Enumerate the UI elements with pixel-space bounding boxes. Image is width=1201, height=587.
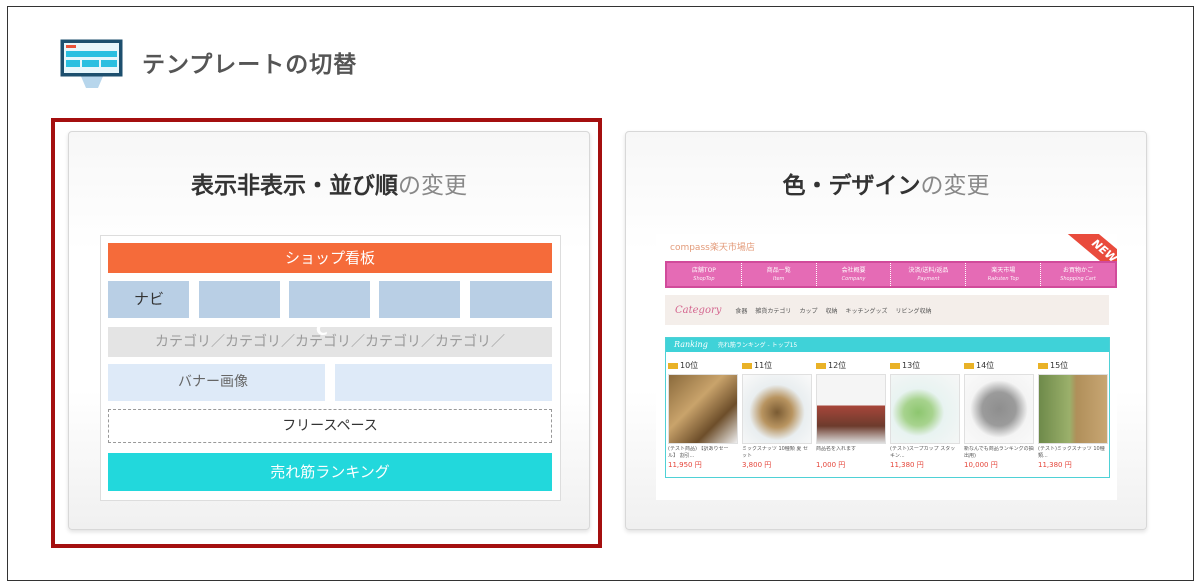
product-name: ミックスナッツ 10種類 夏 セット xyxy=(742,446,808,459)
preview-store-name: compass楽天市場店 xyxy=(670,243,755,253)
preview-nav-item: お買物かご Shopping Cart xyxy=(1041,263,1115,286)
nav-item-label: 店舗TOP xyxy=(691,267,716,274)
nav-item-label: 楽天市場 xyxy=(991,267,1016,274)
color-design-template-card[interactable]: 色・デザインの変更 compass楽天市場店 NEW! 店舗TOP ShopTop… xyxy=(625,131,1147,530)
product-name: (テスト商品) 【訳ありセール】 割引... xyxy=(668,446,729,459)
page-title: テンプレートの切替 xyxy=(142,52,358,78)
nav-item-sub: Rakuten Top xyxy=(987,276,1019,282)
rank-badge: 11位 xyxy=(742,360,812,372)
product-image xyxy=(816,374,886,444)
nav-item-label: お買物かご xyxy=(1063,267,1094,274)
product-price: 3,800 円 xyxy=(742,461,772,469)
card-title: 色・デザインの変更 xyxy=(626,166,1146,200)
rank-badge: 10位 xyxy=(668,360,738,372)
category-item: 雑貨カテゴリ xyxy=(755,307,792,315)
category-logo: Category xyxy=(675,304,722,316)
preview-nav-item: 楽天市場 Rakuten Top xyxy=(966,263,1042,286)
nav-item-sub: Shopping Cart xyxy=(1060,276,1096,282)
preview-ranking-box: Ranking 売れ筋ランキング - トップ15 10位 (テスト商品) 【訳あり… xyxy=(665,337,1110,478)
preview-nav-item: 会社概要 Company xyxy=(817,263,892,286)
preview-category-bar: Category 食器 雑貨カテゴリ カップ 収納 キッチングッズ リビング収納 xyxy=(665,295,1109,325)
nav-item-sub: Item xyxy=(773,276,785,282)
product-name: (テスト)スープカップ スタッキン... xyxy=(890,446,956,459)
card-title-strong: 色・デザイン xyxy=(782,173,921,199)
nav-item-sub: ShopTop xyxy=(693,276,715,282)
preview-nav-item: 決済/送料/返品 Payment xyxy=(891,263,967,286)
category-item: 食器 xyxy=(735,307,748,315)
preview-nav-bar: 店舗TOP ShopTop 商品一覧 Item 会社概要 Company 決済/送料/… xyxy=(665,261,1117,288)
ranking-item: 13位 (テスト)スープカップ スタッキン... 11,380 円 xyxy=(890,360,960,470)
nav-item-label: 会社概要 xyxy=(841,267,866,274)
product-image xyxy=(964,374,1034,444)
preview-nav-item: 商品一覧 Item xyxy=(742,263,817,286)
category-item: キッチングッズ xyxy=(845,307,888,315)
category-item: カップ xyxy=(799,307,818,315)
rank-badge: 15位 xyxy=(1038,360,1108,372)
product-price: 10,000 円 xyxy=(964,461,998,469)
category-item: リビング収納 xyxy=(895,307,932,315)
product-image xyxy=(668,374,738,444)
ranking-item: 11位 ミックスナッツ 10種類 夏 セット 3,800 円 xyxy=(742,360,812,470)
ranking-logo: Ranking xyxy=(674,340,708,349)
product-image xyxy=(890,374,960,444)
product-name: (テスト)ミックスナッツ 10種類... xyxy=(1038,446,1105,459)
ranking-items: 10位 (テスト商品) 【訳ありセール】 割引... 11,950 円 11位 … xyxy=(666,352,1109,470)
rank-badge: 13位 xyxy=(890,360,960,372)
rank-badge: 14位 xyxy=(964,360,1034,372)
ranking-title: 売れ筋ランキング - トップ15 xyxy=(717,342,798,349)
ranking-item: 14位 新なんでも商品ランキングの抽出用) 10,000 円 xyxy=(964,360,1034,470)
preview-nav-item: 店舗TOP ShopTop xyxy=(667,263,742,286)
product-image xyxy=(1038,374,1108,444)
nav-item-sub: Payment xyxy=(917,276,940,282)
nav-item-label: 商品一覧 xyxy=(766,267,791,274)
product-price: 11,380 円 xyxy=(890,461,924,469)
product-name: 商品名を入れます xyxy=(816,446,857,452)
nav-item-sub: Company xyxy=(841,276,866,282)
product-price: 11,950 円 xyxy=(668,461,702,469)
product-image xyxy=(742,374,812,444)
nav-item-label: 決済/送料/返品 xyxy=(908,267,949,274)
ranking-item: 12位 商品名を入れます 1,000 円 xyxy=(816,360,886,470)
selected-card-outline xyxy=(51,118,602,548)
ranking-item: 15位 (テスト)ミックスナッツ 10種類... 11,380 円 xyxy=(1038,360,1108,470)
template-screen-icon xyxy=(60,39,123,88)
product-price: 1,000 円 xyxy=(816,461,846,469)
card-title-light: の変更 xyxy=(920,173,990,199)
ranking-header: Ranking 売れ筋ランキング - トップ15 xyxy=(666,338,1109,352)
product-price: 11,380 円 xyxy=(1038,461,1072,469)
product-name: 新なんでも商品ランキングの抽出用) xyxy=(964,446,1034,459)
rank-badge: 12位 xyxy=(816,360,886,372)
ranking-item: 10位 (テスト商品) 【訳ありセール】 割引... 11,950 円 xyxy=(668,360,738,470)
design-preview: compass楽天市場店 NEW! 店舗TOP ShopTop 商品一覧 Item … xyxy=(656,234,1117,500)
category-item: 収納 xyxy=(825,307,838,315)
